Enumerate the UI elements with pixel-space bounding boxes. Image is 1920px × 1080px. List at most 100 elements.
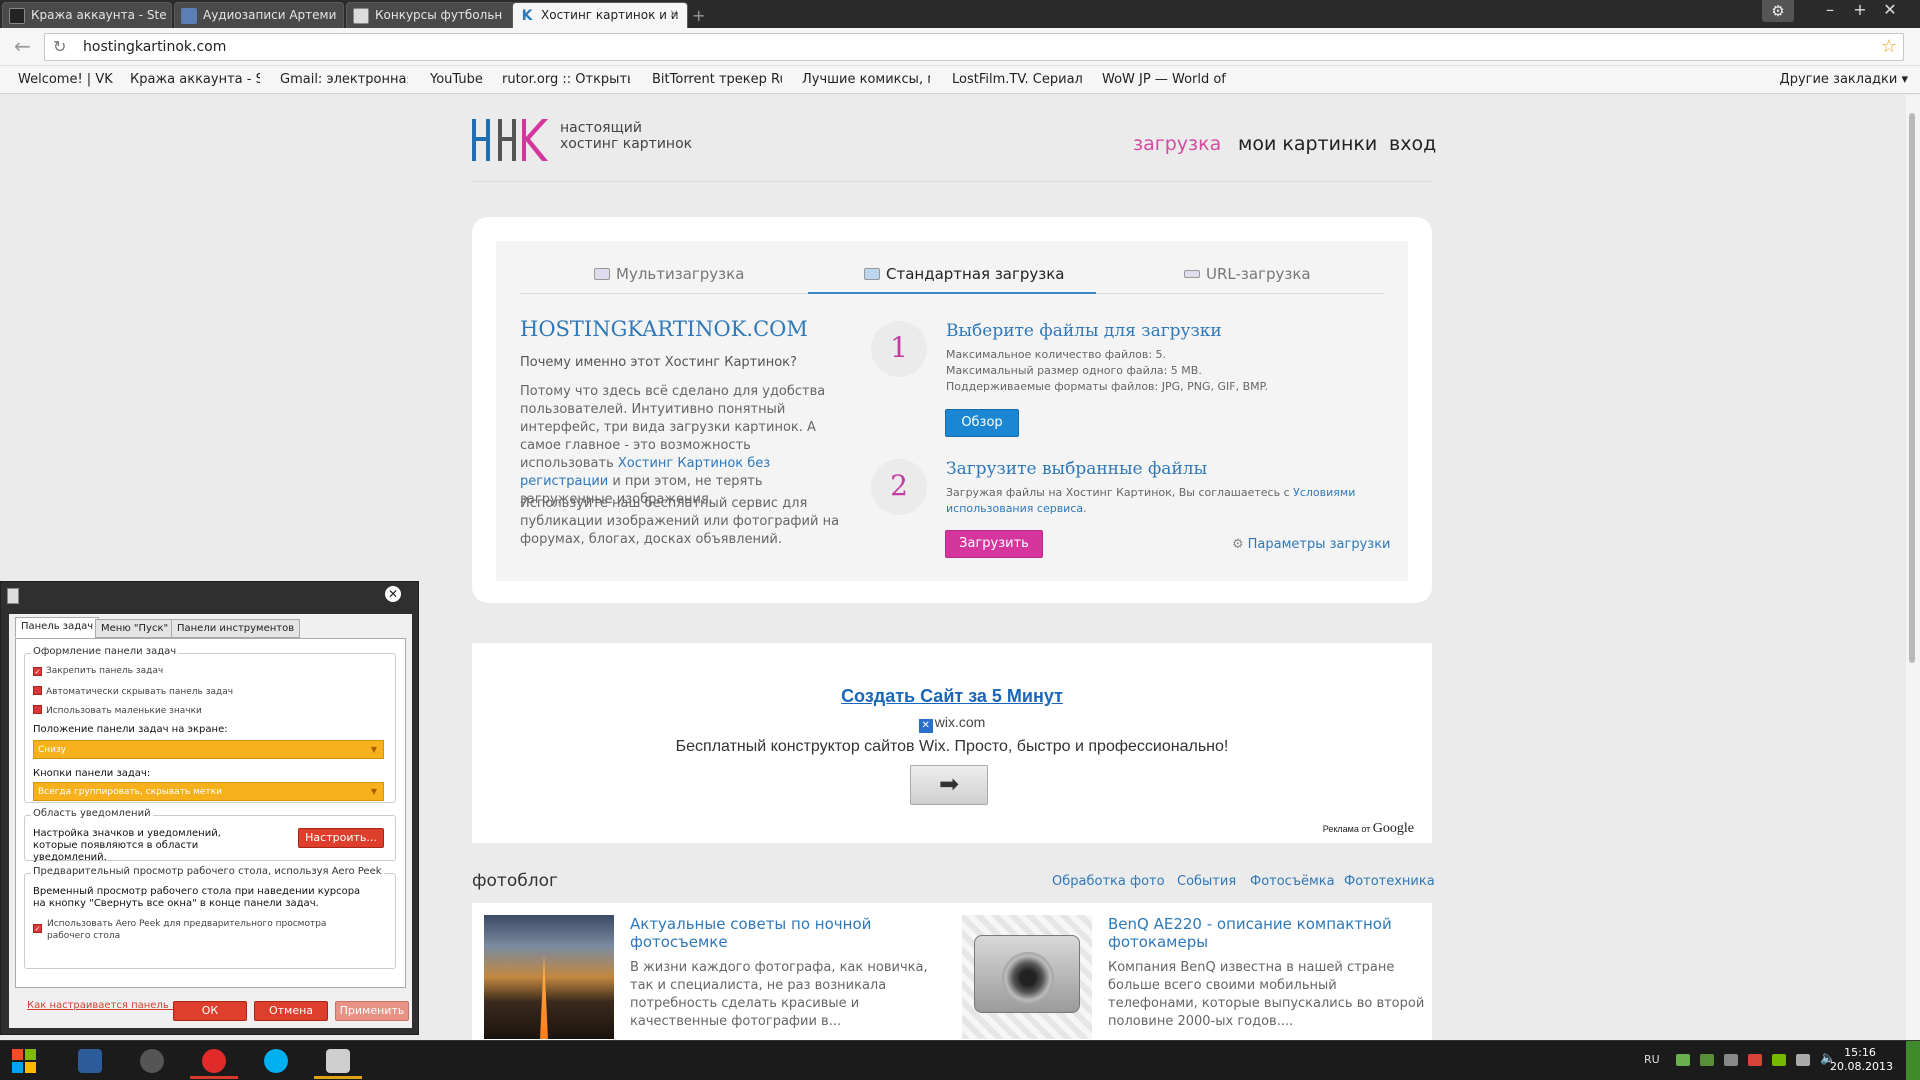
blog-category-link[interactable]: Фотосъёмка <box>1250 874 1335 889</box>
tower-shape <box>540 955 548 1039</box>
browser-tab[interactable]: Кража аккаунта - Ste <box>2 2 172 28</box>
reload-icon[interactable]: ↻ <box>53 37 66 56</box>
upload-params-link[interactable]: ⚙ Параметры загрузки <box>1232 537 1391 552</box>
customize-button[interactable]: Настроить... <box>298 828 384 848</box>
tab-toolbars[interactable]: Панели инструментов <box>171 619 301 638</box>
bookmark-item[interactable]: BitTorrent трекер Ru <box>652 72 782 87</box>
logo-green <box>25 1049 36 1060</box>
gear-icon[interactable]: ⚙ <box>1762 0 1794 22</box>
logo-red <box>12 1049 23 1060</box>
position-label: Положение панели задач на экране: <box>33 724 228 735</box>
blog-post-title[interactable]: Актуальные советы по ночной фотосъемке <box>630 915 940 951</box>
browse-button[interactable]: Обзор <box>945 409 1019 437</box>
position-select[interactable]: Снизу ▼ <box>33 740 384 759</box>
clock[interactable]: 15:16 20.08.2013 <box>1830 1046 1893 1074</box>
aero-peek-checkbox[interactable]: ✓ Использовать Aero Peek для предваритель… <box>33 918 333 942</box>
cancel-button[interactable]: Отмена <box>254 1001 328 1021</box>
new-tab-icon[interactable]: + <box>692 6 705 25</box>
logo-tagline: настоящий хостинг картинок <box>560 120 692 152</box>
bookmark-item[interactable]: YouTube <box>430 72 490 87</box>
yandex-browser-icon[interactable] <box>186 1043 242 1079</box>
blog-category-link[interactable]: События <box>1177 874 1236 889</box>
app-glyph <box>264 1049 288 1073</box>
bookmark-item[interactable]: Welcome! | VK <box>18 72 118 87</box>
blog-category-link[interactable]: Фототехника <box>1344 874 1435 889</box>
ad-title-link[interactable]: Создать Сайт за 5 Минут <box>472 686 1432 707</box>
browser-tab[interactable]: Аудиозаписи Артеми <box>174 2 344 28</box>
skype-icon[interactable] <box>248 1043 304 1079</box>
show-desktop-button[interactable] <box>1906 1041 1920 1080</box>
camera-thumbnail[interactable] <box>962 915 1092 1039</box>
power-icon[interactable] <box>1796 1054 1810 1066</box>
browser-tab-active[interactable]: K Хостинг картинок и и ✕ <box>512 2 688 28</box>
tab-standard-upload[interactable]: Стандартная загрузка <box>864 265 1065 283</box>
bookmark-item[interactable]: Кража аккаунта - Ste <box>130 72 260 87</box>
ok-button[interactable]: ОК <box>173 1001 247 1021</box>
steam-icon[interactable] <box>124 1043 180 1079</box>
hk-logo[interactable] <box>472 117 552 163</box>
tray-app-icon[interactable] <box>1676 1054 1690 1066</box>
wix-icon: ✕ <box>918 719 933 733</box>
ad-arrow-button[interactable]: ➡ <box>910 765 988 805</box>
bookmark-item[interactable]: Лучшие комиксы, мо <box>802 72 930 87</box>
clock-date: 20.08.2013 <box>1830 1060 1893 1073</box>
back-arrow-icon[interactable]: ← <box>14 34 31 58</box>
action-center-icon[interactable] <box>1748 1054 1762 1066</box>
document-icon <box>353 8 369 24</box>
blog-posts: Актуальные советы по ночной фотосъемке В… <box>472 903 1432 1040</box>
step-1-limits: Максимальное количество файлов: 5. Макси… <box>946 347 1376 395</box>
star-icon[interactable]: ☆ <box>1881 36 1897 57</box>
close-dialog-button[interactable]: ✕ <box>385 586 401 602</box>
bookmark-item[interactable]: LostFilm.TV. Сериал <box>952 72 1082 87</box>
url-text[interactable]: hostingkartinok.com <box>83 39 226 55</box>
tab-url-upload[interactable]: URL-загрузка <box>1184 265 1311 283</box>
app-glyph <box>140 1049 164 1073</box>
maximize-button[interactable]: + <box>1846 0 1874 22</box>
page-scrollbar[interactable] <box>1906 95 1920 1040</box>
other-bookmarks[interactable]: Другие закладки ▾ <box>1780 72 1908 87</box>
night-photo-thumbnail[interactable] <box>484 915 614 1039</box>
address-bar[interactable]: ↻ hostingkartinok.com ☆ <box>44 33 1904 61</box>
checkbox-checked-icon: ✓ <box>33 924 42 933</box>
nvidia-icon[interactable] <box>1772 1054 1786 1066</box>
blog-post-title[interactable]: BenQ AE220 - описание компактной фотокам… <box>1108 915 1418 951</box>
dialog-body: Панель задач Меню "Пуск" Панели инструме… <box>9 614 412 1028</box>
audio-icon <box>181 8 197 24</box>
bookmark-item[interactable]: Gmail: электронная <box>280 72 408 87</box>
bookmark-item[interactable]: WoW JP — World of <box>1102 72 1232 87</box>
lock-taskbar-checkbox[interactable]: ✓ Закрепить панель задач <box>33 666 163 676</box>
language-indicator[interactable]: RU <box>1644 1053 1660 1066</box>
nav-upload[interactable]: загрузка <box>1133 133 1221 155</box>
browser-tab[interactable]: Конкурсы футбольн <box>346 2 516 28</box>
blog-category-link[interactable]: Обработка фото <box>1052 874 1165 889</box>
nav-login[interactable]: вход <box>1389 133 1436 155</box>
tab-multi-upload[interactable]: Мультизагрузка <box>594 265 744 283</box>
terms-note-text: Загружая файлы на Хостинг Картинок, Вы с… <box>946 486 1294 499</box>
ad-domain[interactable]: ✕ wix.com <box>472 714 1432 733</box>
buttons-select[interactable]: Всегда группировать, скрывать метки ▼ <box>33 782 384 801</box>
tab-taskbar[interactable]: Панель задач <box>15 617 100 638</box>
close-window-button[interactable]: ✕ <box>1876 0 1904 22</box>
steam-icon <box>9 8 25 24</box>
apply-button[interactable]: Применить <box>335 1001 409 1021</box>
network-status-icon[interactable] <box>1700 1054 1714 1066</box>
minimize-button[interactable]: – <box>1816 0 1844 22</box>
camera-lens <box>1002 952 1054 1004</box>
google-logo: Google <box>1372 821 1414 836</box>
thunderbird-icon[interactable] <box>62 1043 118 1079</box>
nav-my-images[interactable]: мои картинки <box>1238 133 1377 155</box>
scroll-thumb[interactable] <box>1909 113 1915 663</box>
close-tab-icon[interactable]: ✕ <box>669 7 679 21</box>
small-icons-checkbox[interactable]: Использовать маленькие значки <box>33 705 202 716</box>
tray-app-icon[interactable] <box>1724 1054 1738 1066</box>
autohide-checkbox[interactable]: Автоматически скрывать панель задач <box>33 686 233 697</box>
tab-start-menu[interactable]: Меню "Пуск" <box>95 619 175 638</box>
intro-paragraph-2: Используйте наш бесплатный сервис для пу… <box>520 496 840 547</box>
photoblog-title: фотоблог <box>472 871 558 891</box>
intro-question: Почему именно этот Хостинг Картинок? <box>520 355 797 370</box>
explorer-icon[interactable] <box>310 1043 366 1079</box>
upload-button[interactable]: Загрузить <box>945 530 1043 558</box>
ads-by-google[interactable]: Реклама от Google <box>1323 821 1414 837</box>
windows-start-icon[interactable] <box>12 1049 36 1073</box>
bookmark-item[interactable]: rutor.org :: Открыты <box>502 72 630 87</box>
